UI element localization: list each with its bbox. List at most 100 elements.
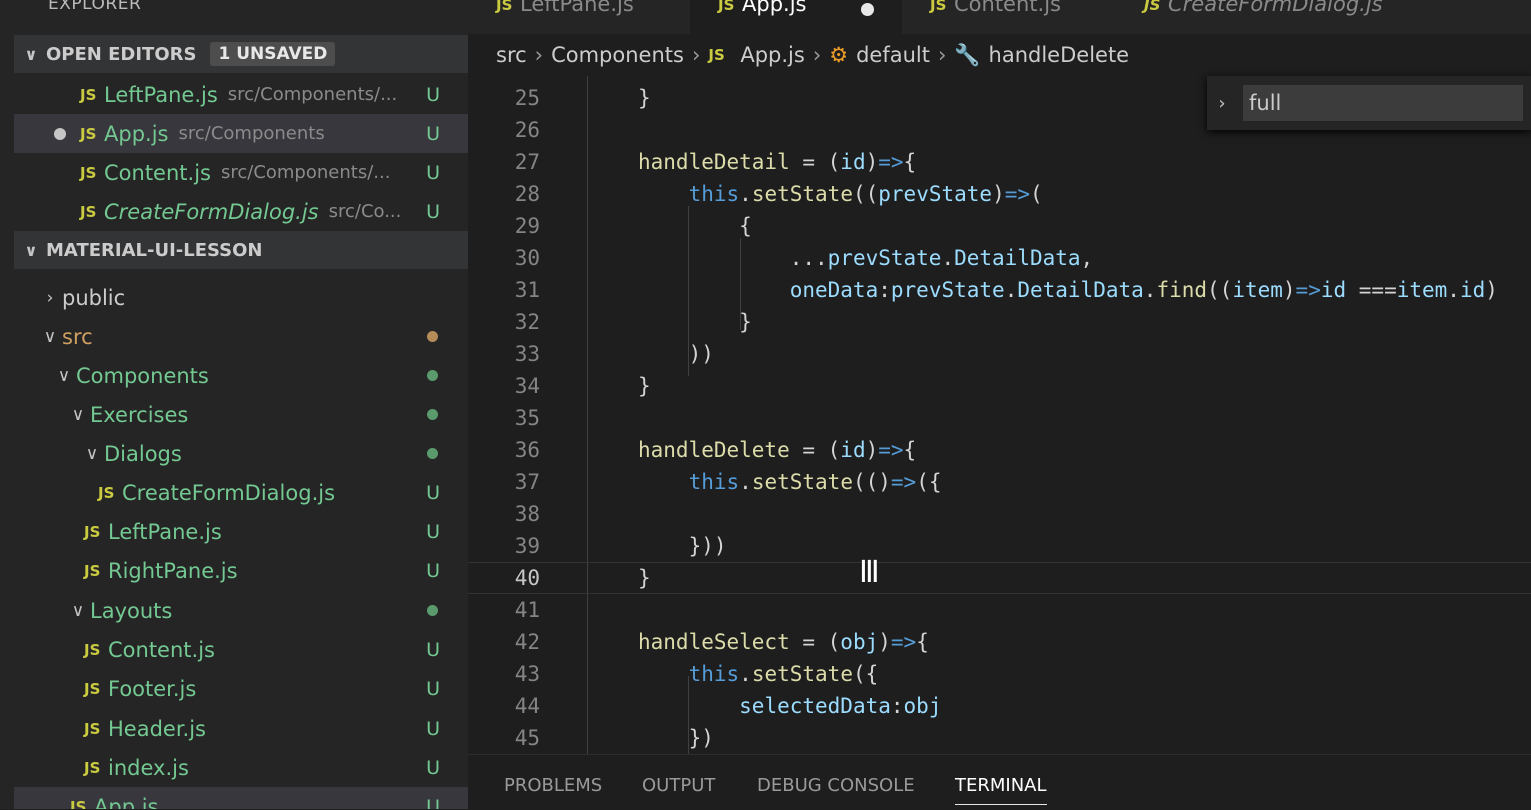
tab-output[interactable]: OUTPUT [642, 775, 715, 796]
code-line[interactable]: 39 })) [468, 530, 1531, 562]
folder-name: Layouts [90, 598, 173, 623]
tree-file[interactable]: JS RightPane.js U [14, 551, 468, 590]
breadcrumb-item[interactable]: handleDelete [989, 43, 1130, 67]
code-line[interactable]: 33 )) [468, 338, 1531, 370]
chevron-down-icon: ∨ [24, 240, 38, 260]
code-text: } [638, 310, 752, 334]
tree-file[interactable]: JS CreateFormDialog.js U [14, 473, 468, 512]
line-number: 29 [514, 214, 540, 238]
tree-file[interactable]: JS LeftPane.js U [14, 512, 468, 551]
code-line[interactable]: 38 [468, 498, 1531, 530]
chevron-right-icon: › [534, 43, 544, 67]
modified-dot-icon [427, 605, 438, 616]
folder-name: Exercises [90, 402, 189, 427]
tree-file[interactable]: JS Content.js U [14, 630, 468, 669]
open-editor-item[interactable]: JS LeftPane.js src/Components/... U [14, 75, 468, 114]
explorer-sidebar: EXPLORER ∨ OPEN EDITORS 1 UNSAVED JS Lef… [0, 0, 468, 809]
tab-problems[interactable]: PROBLEMS [504, 775, 602, 796]
js-file-icon: JS [80, 124, 97, 143]
tree-file[interactable]: JS index.js U [14, 748, 468, 787]
breadcrumb-item[interactable]: Components [551, 43, 684, 67]
code-line[interactable]: 29 { [468, 210, 1531, 242]
breadcrumb-item[interactable]: App.js [740, 43, 804, 67]
tree-folder-exercises[interactable]: ∨ Exercises [14, 395, 468, 434]
untracked-status: U [426, 795, 440, 810]
chevron-down-icon: ∨ [24, 44, 38, 64]
tree-file[interactable]: JS Footer.js U [14, 669, 468, 708]
tab-terminal[interactable]: TERMINAL [955, 775, 1047, 805]
code-line[interactable]: 37 this.setState(()=>({ [468, 466, 1531, 498]
code-text: handleDelete = (id)=>{ [638, 438, 917, 462]
file-name: Footer.js [108, 676, 197, 701]
open-editor-item[interactable]: JS Content.js src/Components/... U [14, 153, 468, 192]
unsaved-dot-icon[interactable] [861, 3, 874, 16]
line-number: 41 [514, 598, 540, 622]
code-editor[interactable]: 25} 26 27 handleDetail = (id)=>{28 this.set… [468, 76, 1531, 754]
code-line[interactable]: 45 }) [468, 722, 1531, 754]
project-header[interactable]: ∨ MATERIAL-UI-LESSON [14, 231, 468, 269]
file-name: App.js [104, 121, 169, 146]
code-line[interactable]: 34} [468, 370, 1531, 402]
chevron-right-icon[interactable]: › [1207, 93, 1237, 114]
code-text: }) [638, 726, 714, 750]
code-line[interactable]: 44 selectedData:obj [468, 690, 1531, 722]
find-input[interactable]: full [1243, 85, 1523, 121]
file-name: CreateFormDialog.js [104, 199, 319, 224]
tab-app[interactable]: JS App.js [690, 0, 902, 34]
js-file-icon: JS [718, 0, 735, 14]
tab-label: LeftPane.js [520, 0, 634, 16]
tab-debug-console[interactable]: DEBUG CONSOLE [757, 775, 915, 796]
breadcrumb-item[interactable]: default [856, 43, 930, 67]
tree-folder-dialogs[interactable]: ∨ Dialogs [14, 434, 468, 473]
code-text: } [638, 374, 651, 398]
js-file-icon: JS [84, 640, 101, 659]
line-number: 43 [514, 662, 540, 686]
open-editors-label: OPEN EDITORS [46, 43, 197, 65]
code-line[interactable]: 42 handleSelect = (obj)=>{ [468, 626, 1531, 658]
untracked-status: U [426, 200, 440, 223]
code-text: { [638, 214, 752, 238]
tree-folder-public[interactable]: › public [14, 278, 468, 317]
untracked-status: U [426, 520, 440, 543]
breadcrumb-item[interactable]: src [496, 43, 527, 67]
code-line[interactable]: 41 [468, 594, 1531, 626]
code-line[interactable]: 40} [468, 562, 1531, 594]
unsaved-badge: 1 UNSAVED [210, 42, 336, 66]
tab-leftpane[interactable]: JS LeftPane.js [468, 0, 690, 34]
tree-folder-src[interactable]: ∨ src [14, 317, 468, 356]
tree-folder-layouts[interactable]: ∨ Layouts [14, 591, 468, 630]
js-file-icon: JS [84, 758, 101, 777]
js-file-icon: JS [1144, 0, 1161, 14]
tree-file[interactable]: JS Header.js U [14, 709, 468, 748]
code-line[interactable]: 35 [468, 402, 1531, 434]
code-line[interactable]: 31 oneData:prevState.DetailData.find((it… [468, 274, 1531, 306]
file-path: src/Components/... [220, 162, 391, 183]
line-number: 32 [514, 310, 540, 334]
tab-createformdialog[interactable]: JS CreateFormDialog.js [1116, 0, 1436, 34]
untracked-status: U [426, 559, 440, 582]
open-editor-item[interactable]: JS CreateFormDialog.js src/Co... U [14, 192, 468, 231]
tree-folder-components[interactable]: ∨ Components [14, 356, 468, 395]
tab-content[interactable]: JS Content.js [902, 0, 1116, 34]
open-editors-header[interactable]: ∨ OPEN EDITORS 1 UNSAVED [14, 35, 468, 73]
file-path: src/Co... [328, 201, 402, 222]
file-name: LeftPane.js [108, 519, 222, 544]
file-name: RightPane.js [108, 558, 238, 583]
chevron-down-icon: ∨ [85, 443, 99, 464]
folder-name: src [62, 324, 93, 349]
code-line[interactable]: 32 } [468, 306, 1531, 338]
file-path: src/Components/... [227, 84, 398, 105]
code-line[interactable]: 28 this.setState((prevState)=>( [468, 178, 1531, 210]
code-line[interactable]: 27 handleDetail = (id)=>{ [468, 146, 1531, 178]
open-editor-item[interactable]: JS App.js src/Components U [14, 114, 468, 153]
text-cursor-icon: Ⅲ [859, 555, 880, 590]
symbol-class-icon: ⚙ [829, 43, 849, 67]
code-line[interactable]: 36 handleDelete = (id)=>{ [468, 434, 1531, 466]
code-line[interactable]: 43 this.setState({ [468, 658, 1531, 690]
folder-name: Components [76, 363, 209, 388]
unsaved-dot-icon[interactable] [54, 127, 66, 140]
line-number: 37 [514, 470, 540, 494]
js-file-icon: JS [84, 561, 101, 580]
code-line[interactable]: 30 ...prevState.DetailData, [468, 242, 1531, 274]
tree-file[interactable]: JS App.js U [14, 787, 468, 809]
